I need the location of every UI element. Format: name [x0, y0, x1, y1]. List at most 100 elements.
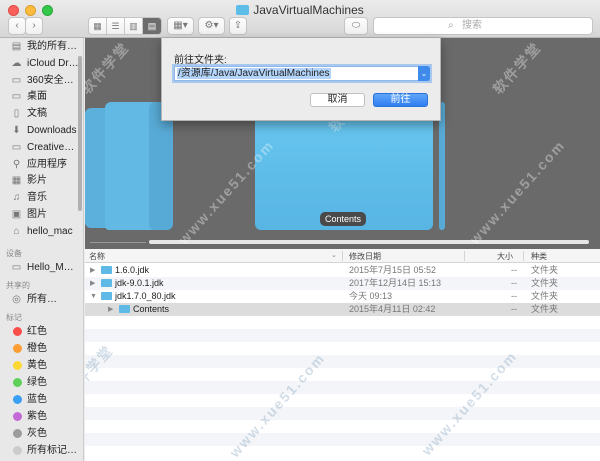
go-button[interactable]: 前往 [373, 93, 428, 107]
folder-path-input[interactable]: /资源库/Java/JavaVirtualMachines ⌄ [174, 66, 430, 81]
tag-color-dot-icon [13, 360, 22, 370]
sidebar-item[interactable]: ♫ 音乐 [0, 189, 83, 206]
sidebar-item-label: Downloads [27, 125, 77, 136]
folder-path-text: /资源库/Java/JavaVirtualMachines [177, 68, 331, 79]
arrange-button[interactable]: ▦▾ [167, 17, 194, 35]
sidebar-item[interactable]: ▭ 360安全… [0, 72, 83, 89]
watermark-text: 软件学堂 [85, 38, 133, 98]
file-date: 2015年4月11日 02:42 [349, 304, 436, 314]
column-divider[interactable] [342, 251, 343, 261]
file-name: 1.6.0.jdk [115, 265, 150, 275]
tag-button[interactable]: ⬭ [344, 17, 368, 35]
sidebar-item-label: 红色 [27, 325, 47, 337]
sidebar-item-label: 360安全… [27, 74, 74, 86]
column-kind-header[interactable]: 种类 [531, 251, 547, 262]
file-list: 名称 ⌄ 修改日期 大小 种类 ▶ 1.6.0.jdk 2015年7月15日 0… [85, 249, 600, 461]
search-icon: ⌕ [448, 20, 454, 31]
empty-row [85, 420, 600, 433]
sidebar-tag-item[interactable]: 所有标记… [0, 442, 83, 459]
watermark-url: www.xue51.com [466, 136, 569, 248]
column-date-header[interactable]: 修改日期 [349, 251, 381, 262]
tag-color-dot-icon [13, 428, 22, 438]
sidebar-tag-item[interactable]: 灰色 [0, 425, 83, 442]
sidebar-item[interactable]: ▦ 影片 [0, 172, 83, 189]
sidebar-tag-item[interactable]: 橙色 [0, 340, 83, 357]
empty-row [85, 316, 600, 329]
table-row[interactable]: ▶ Contents 2015年4月11日 02:42 -- 文件夹 [85, 303, 600, 316]
disclosure-triangle-icon[interactable]: ▶ [90, 277, 95, 290]
table-row[interactable]: ▼ jdk1.7.0_80.jdk 今天 09:13 -- 文件夹 [85, 290, 600, 303]
table-row[interactable]: ▶ jdk-9.0.1.jdk 2017年12月14日 15:13 -- 文件夹 [85, 277, 600, 290]
applications-icon: ⚲ [12, 158, 21, 170]
cover-flow-view-button[interactable]: ▤ [143, 18, 161, 34]
sidebar-item-label: 桌面 [27, 91, 47, 103]
sidebar-item[interactable]: ▭ 桌面 [0, 88, 83, 105]
empty-row [85, 446, 600, 459]
column-divider[interactable] [464, 251, 465, 261]
sidebar-tag-item[interactable]: 绿色 [0, 374, 83, 391]
forward-button[interactable]: › [25, 17, 43, 35]
sidebar-item-label: iCloud Dr… [27, 57, 79, 69]
network-icon: ◎ [12, 293, 21, 305]
tags-section-header: 标记 [6, 312, 22, 322]
file-date: 今天 09:13 [349, 291, 393, 301]
cloud-icon: ☁ [11, 57, 22, 69]
computer-icon: ▭ [11, 261, 22, 273]
sidebar-item-label: 应用程序 [27, 158, 67, 170]
list-view-button[interactable]: ☰ [107, 18, 125, 34]
tag-color-dot-icon [13, 445, 22, 455]
tag-color-dot-icon [13, 411, 22, 421]
column-name-header[interactable]: 名称 [89, 251, 105, 262]
folder-icon: ▭ [11, 74, 22, 86]
column-size-header[interactable]: 大小 [497, 251, 513, 262]
sidebar-tag-item[interactable]: 红色 [0, 323, 83, 340]
empty-row [85, 407, 600, 420]
download-icon: ⬇ [12, 125, 21, 136]
column-view-button[interactable]: ▥ [125, 18, 143, 34]
sidebar-item[interactable]: ▭ Hello_M… [0, 259, 83, 276]
all-files-icon: ▤ [11, 41, 22, 52]
column-divider[interactable] [523, 251, 524, 261]
sidebar-tag-item[interactable]: 紫色 [0, 408, 83, 425]
sidebar-item[interactable]: ▤ 我的所有… [0, 38, 83, 55]
share-button[interactable]: ⇪ [229, 17, 247, 35]
preview-divider [90, 242, 146, 243]
empty-row [85, 329, 600, 342]
sidebar-item[interactable]: ◎ 所有… [0, 291, 83, 308]
file-name: Contents [133, 304, 170, 314]
chevron-down-icon[interactable]: ⌄ [418, 66, 430, 81]
sidebar-item[interactable]: ▭ Creative… [0, 139, 83, 156]
back-button[interactable]: ‹ [8, 17, 26, 35]
disclosure-triangle-icon[interactable]: ▼ [90, 290, 97, 303]
sidebar-item[interactable]: ⚲ 应用程序 [0, 156, 83, 173]
sidebar-item[interactable]: ▣ 图片 [0, 206, 83, 223]
cancel-button[interactable]: 取消 [310, 93, 365, 107]
folder-icon [119, 305, 130, 313]
preview-selected-label: Contents [320, 212, 367, 226]
sidebar-tag-item[interactable]: 黄色 [0, 357, 83, 374]
desktop-icon: ▭ [11, 91, 22, 103]
sidebar-item[interactable]: ▯ 文稿 [0, 105, 83, 122]
sidebar-item[interactable]: ⌂ hello_mac [0, 223, 83, 240]
disclosure-triangle-icon[interactable]: ▶ [90, 264, 95, 277]
list-header: 名称 ⌄ 修改日期 大小 种类 [85, 249, 600, 263]
search-input[interactable]: ⌕ 搜索 [373, 17, 593, 35]
sidebar-item[interactable]: ☁ iCloud Dr… [0, 55, 83, 72]
camera-icon: ▣ [11, 209, 22, 220]
folder-preview-3-icon[interactable] [149, 102, 173, 230]
folder-preview-5-icon[interactable] [439, 102, 445, 230]
action-gear-button[interactable]: ⚙▾ [198, 17, 225, 35]
document-icon: ▯ [13, 108, 20, 120]
sidebar-tag-item[interactable]: 蓝色 [0, 391, 83, 408]
window-title: JavaVirtualMachines [0, 3, 600, 17]
empty-row [85, 394, 600, 407]
file-kind: 文件夹 [531, 291, 559, 301]
table-row[interactable]: ▶ 1.6.0.jdk 2015年7月15日 05:52 -- 文件夹 [85, 264, 600, 277]
icon-view-button[interactable]: ▦ [89, 18, 107, 34]
sidebar-item-label: 所有… [27, 293, 57, 305]
disclosure-triangle-icon[interactable]: ▶ [108, 303, 113, 316]
folder-icon [101, 266, 112, 274]
preview-scrollbar[interactable] [149, 240, 589, 244]
music-icon: ♫ [12, 192, 21, 204]
sidebar-item[interactable]: ⬇ Downloads [0, 122, 83, 139]
